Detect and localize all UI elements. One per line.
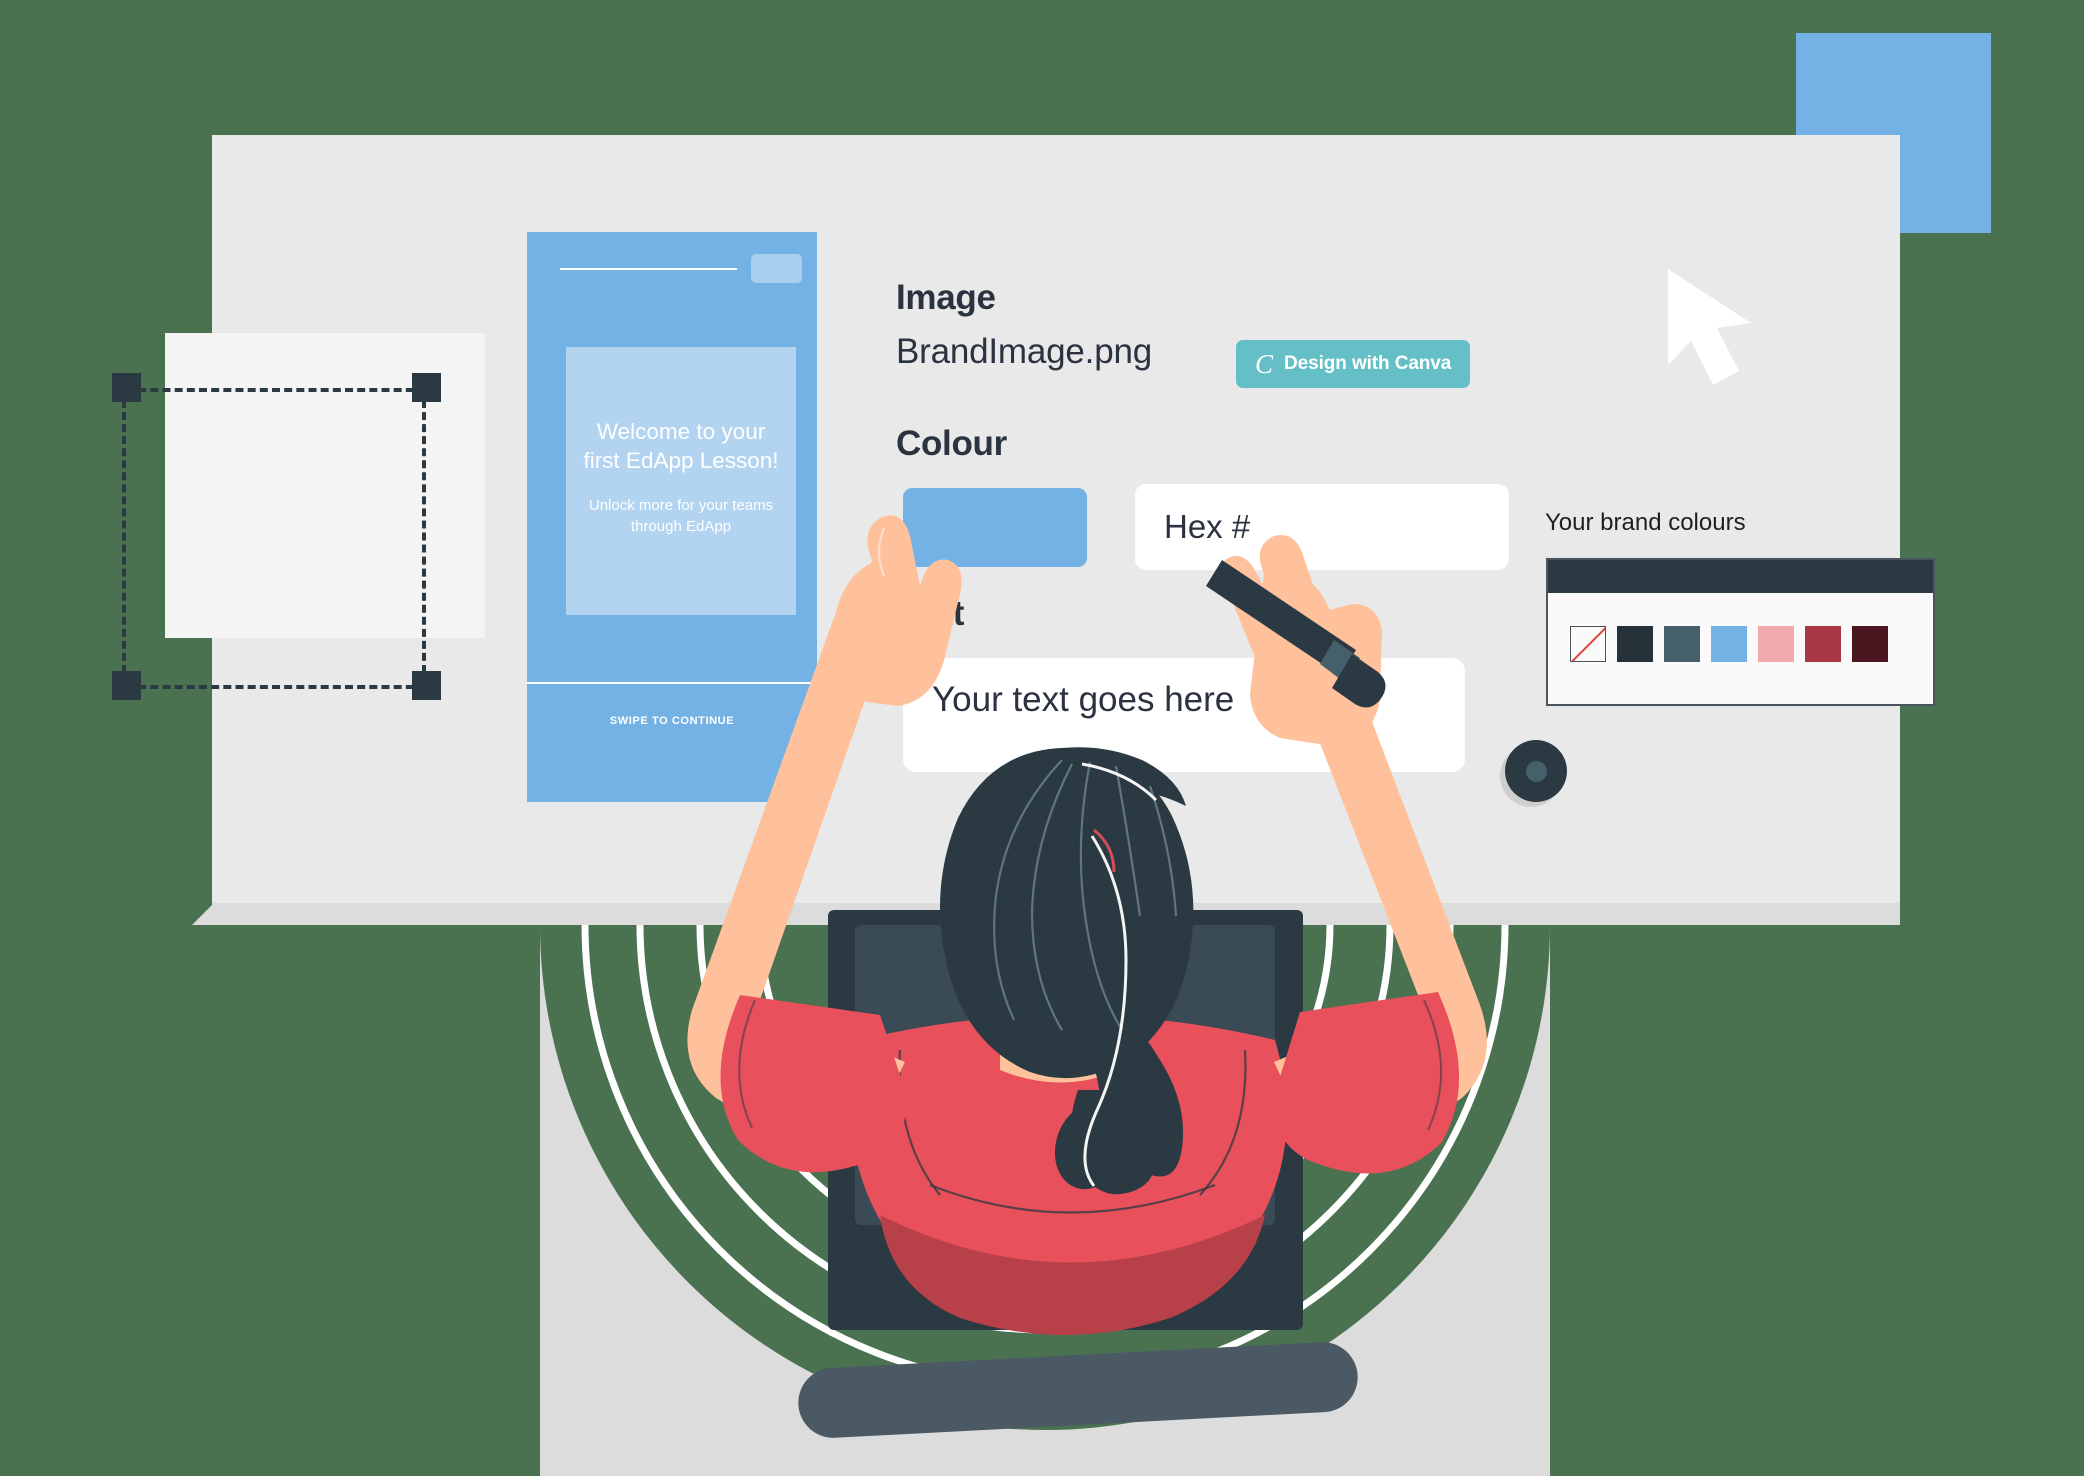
brand-window-titlebar xyxy=(1548,560,1933,593)
resize-handle-bottom-left[interactable] xyxy=(112,671,141,700)
brand-colours-title: Your brand colours xyxy=(1545,509,1746,536)
swatch-none[interactable] xyxy=(1570,626,1606,662)
swatch-pink[interactable] xyxy=(1758,626,1794,662)
hex-input-placeholder: Hex # xyxy=(1164,508,1251,545)
phone-lesson-subtitle: Unlock more for your teams through EdApp xyxy=(588,497,774,535)
swatch-dark-maroon[interactable] xyxy=(1852,626,1888,662)
design-with-canva-label: Design with Canva xyxy=(1284,353,1452,374)
colour-section-label: Colour xyxy=(896,424,1007,463)
dial-knob-center xyxy=(1526,761,1547,782)
hex-input-field[interactable]: Hex # xyxy=(1135,484,1509,570)
phone-divider xyxy=(527,682,817,684)
brand-colours-window xyxy=(1546,558,1935,706)
phone-progress-bar xyxy=(560,268,737,270)
swatch-dark-navy[interactable] xyxy=(1617,626,1653,662)
phone-top-button[interactable] xyxy=(751,254,802,283)
phone-preview[interactable]: Welcome to your first EdApp Lesson! Unlo… xyxy=(527,232,817,802)
colour-preview-swatch[interactable] xyxy=(903,488,1087,567)
text-input-value: Your text goes here xyxy=(932,680,1235,719)
person-torso xyxy=(851,1015,1287,1335)
design-with-canva-button[interactable]: C Design with Canva xyxy=(1236,340,1471,388)
brand-colours-panel: Your brand colours xyxy=(1543,509,1935,706)
editor-panel-edge xyxy=(212,903,1900,925)
resize-handle-bottom-right[interactable] xyxy=(412,671,441,700)
selection-edge-top xyxy=(126,388,426,392)
resize-handle-top-right[interactable] xyxy=(412,373,441,402)
phone-lesson-title: Welcome to your first EdApp Lesson! xyxy=(583,419,779,473)
phone-lesson-card: Welcome to your first EdApp Lesson! Unlo… xyxy=(566,347,796,615)
swatch-light-blue[interactable] xyxy=(1711,626,1747,662)
text-section-label: Text xyxy=(896,594,965,633)
selection-edge-left xyxy=(122,388,126,685)
brand-swatch-row xyxy=(1570,626,1888,662)
phone-swipe-label: SWIPE TO CONTINUE xyxy=(609,715,735,727)
selection-edge-right xyxy=(422,388,426,685)
text-input-field[interactable]: Your text goes here xyxy=(903,658,1465,772)
floor-rug xyxy=(540,924,1550,1476)
swatch-crimson[interactable] xyxy=(1805,626,1841,662)
resize-handle-top-left[interactable] xyxy=(112,373,141,402)
selection-edge-bottom xyxy=(126,685,426,689)
image-filename: BrandImage.png xyxy=(896,332,1152,371)
mouse-cursor-arrow xyxy=(1668,269,1751,385)
dial-knob[interactable] xyxy=(1505,740,1567,802)
chair xyxy=(798,910,1358,1438)
image-section-label: Image xyxy=(896,278,996,317)
canva-logo-icon: C xyxy=(1255,348,1274,379)
selection-box[interactable] xyxy=(112,373,441,700)
swatch-slate-grey[interactable] xyxy=(1664,626,1700,662)
illustration-canvas: Welcome to your first EdApp Lesson! Unlo… xyxy=(0,0,2084,1476)
